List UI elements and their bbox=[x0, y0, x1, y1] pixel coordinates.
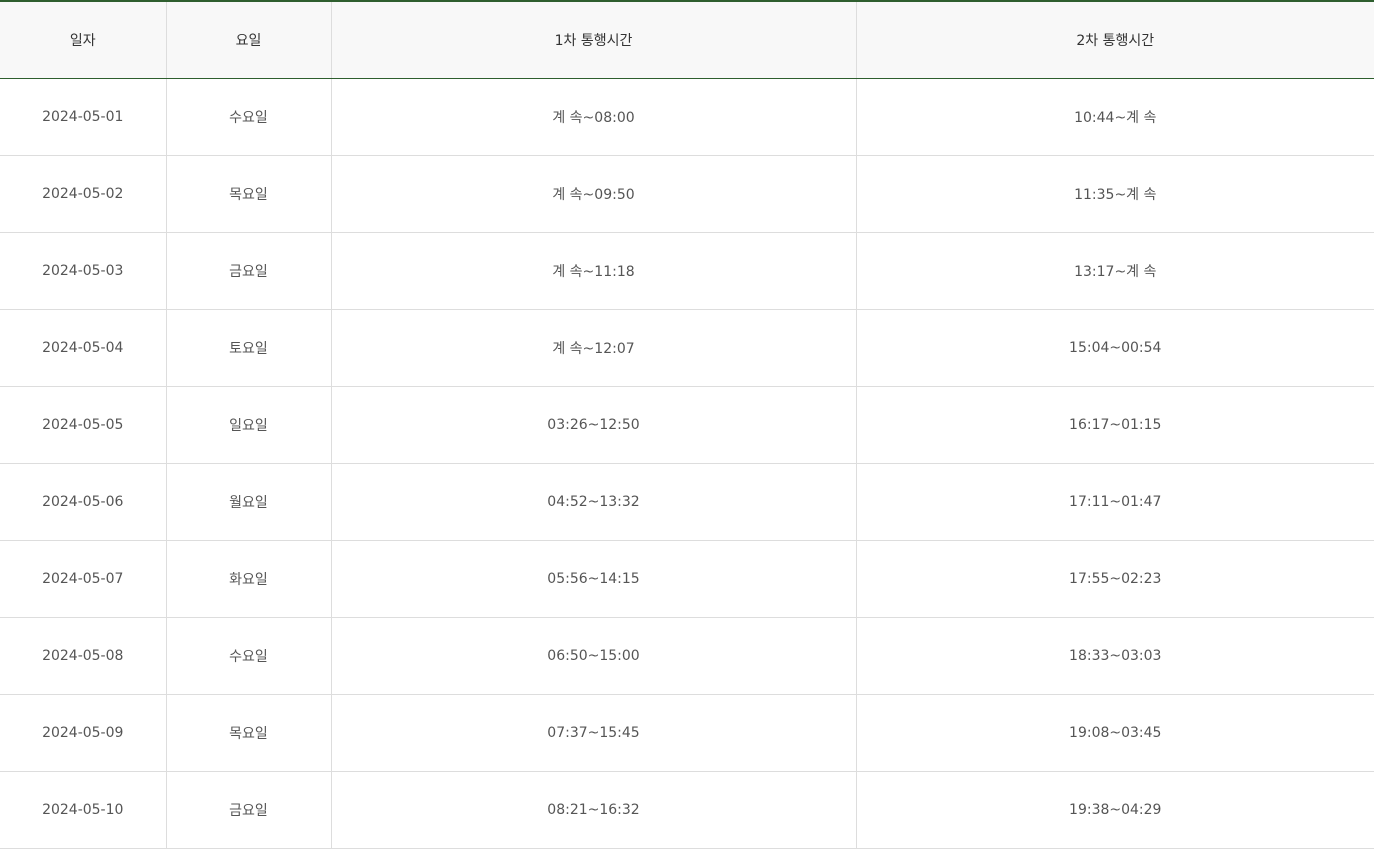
table-row: 2024-05-05 일요일 03:26~12:50 16:17~01:15 bbox=[0, 386, 1374, 464]
cell-date: 2024-05-03 bbox=[0, 232, 166, 310]
table-row: 2024-05-08 수요일 06:50~15:00 18:33~03:03 bbox=[0, 617, 1374, 695]
cell-weekday: 목요일 bbox=[165, 694, 331, 772]
cell-weekday: 일요일 bbox=[165, 386, 331, 464]
cell-first-time: 계 속~12:07 bbox=[330, 309, 856, 387]
cell-second-time: 17:55~02:23 bbox=[855, 540, 1374, 618]
cell-weekday: 수요일 bbox=[165, 617, 331, 695]
cell-first-time: 계 속~09:50 bbox=[330, 155, 856, 233]
cell-date: 2024-05-08 bbox=[0, 617, 166, 695]
cell-date: 2024-05-07 bbox=[0, 540, 166, 618]
table-header: 일자 요일 1차 통행시간 2차 통행시간 bbox=[0, 0, 1374, 79]
cell-second-time: 19:08~03:45 bbox=[855, 694, 1374, 772]
cell-second-time: 18:33~03:03 bbox=[855, 617, 1374, 695]
cell-second-time: 19:38~04:29 bbox=[855, 771, 1374, 849]
cell-date: 2024-05-02 bbox=[0, 155, 166, 233]
cell-first-time: 계 속~08:00 bbox=[330, 78, 856, 156]
cell-weekday: 금요일 bbox=[165, 771, 331, 849]
cell-first-time: 07:37~15:45 bbox=[330, 694, 856, 772]
tide-schedule-table-wrap: 일자 요일 1차 통행시간 2차 통행시간 2024-05-01 수요일 계 속… bbox=[0, 0, 1374, 849]
cell-second-time: 11:35~계 속 bbox=[855, 155, 1374, 233]
cell-weekday: 화요일 bbox=[165, 540, 331, 618]
cell-date: 2024-05-06 bbox=[0, 463, 166, 541]
cell-weekday: 수요일 bbox=[165, 78, 331, 156]
table-row: 2024-05-09 목요일 07:37~15:45 19:08~03:45 bbox=[0, 694, 1374, 772]
cell-second-time: 13:17~계 속 bbox=[855, 232, 1374, 310]
header-second-passage-time: 2차 통행시간 bbox=[855, 0, 1374, 79]
header-row: 일자 요일 1차 통행시간 2차 통행시간 bbox=[0, 0, 1374, 79]
cell-weekday: 목요일 bbox=[165, 155, 331, 233]
table-row: 2024-05-06 월요일 04:52~13:32 17:11~01:47 bbox=[0, 463, 1374, 541]
cell-first-time: 05:56~14:15 bbox=[330, 540, 856, 618]
cell-date: 2024-05-09 bbox=[0, 694, 166, 772]
table-body: 2024-05-01 수요일 계 속~08:00 10:44~계 속 2024-… bbox=[0, 78, 1374, 849]
header-first-passage-time: 1차 통행시간 bbox=[330, 0, 856, 79]
cell-second-time: 15:04~00:54 bbox=[855, 309, 1374, 387]
cell-first-time: 06:50~15:00 bbox=[330, 617, 856, 695]
cell-first-time: 04:52~13:32 bbox=[330, 463, 856, 541]
cell-first-time: 계 속~11:18 bbox=[330, 232, 856, 310]
table-row: 2024-05-04 토요일 계 속~12:07 15:04~00:54 bbox=[0, 309, 1374, 387]
cell-first-time: 08:21~16:32 bbox=[330, 771, 856, 849]
header-weekday: 요일 bbox=[165, 0, 331, 79]
cell-second-time: 16:17~01:15 bbox=[855, 386, 1374, 464]
table-row: 2024-05-10 금요일 08:21~16:32 19:38~04:29 bbox=[0, 771, 1374, 849]
cell-date: 2024-05-10 bbox=[0, 771, 166, 849]
cell-second-time: 17:11~01:47 bbox=[855, 463, 1374, 541]
table-row: 2024-05-02 목요일 계 속~09:50 11:35~계 속 bbox=[0, 155, 1374, 233]
cell-weekday: 금요일 bbox=[165, 232, 331, 310]
tide-schedule-table: 일자 요일 1차 통행시간 2차 통행시간 2024-05-01 수요일 계 속… bbox=[0, 0, 1374, 849]
cell-date: 2024-05-05 bbox=[0, 386, 166, 464]
cell-date: 2024-05-01 bbox=[0, 78, 166, 156]
table-row: 2024-05-03 금요일 계 속~11:18 13:17~계 속 bbox=[0, 232, 1374, 310]
cell-weekday: 토요일 bbox=[165, 309, 331, 387]
cell-first-time: 03:26~12:50 bbox=[330, 386, 856, 464]
cell-date: 2024-05-04 bbox=[0, 309, 166, 387]
cell-weekday: 월요일 bbox=[165, 463, 331, 541]
table-row: 2024-05-07 화요일 05:56~14:15 17:55~02:23 bbox=[0, 540, 1374, 618]
cell-second-time: 10:44~계 속 bbox=[855, 78, 1374, 156]
table-row: 2024-05-01 수요일 계 속~08:00 10:44~계 속 bbox=[0, 78, 1374, 156]
header-date: 일자 bbox=[0, 0, 166, 79]
